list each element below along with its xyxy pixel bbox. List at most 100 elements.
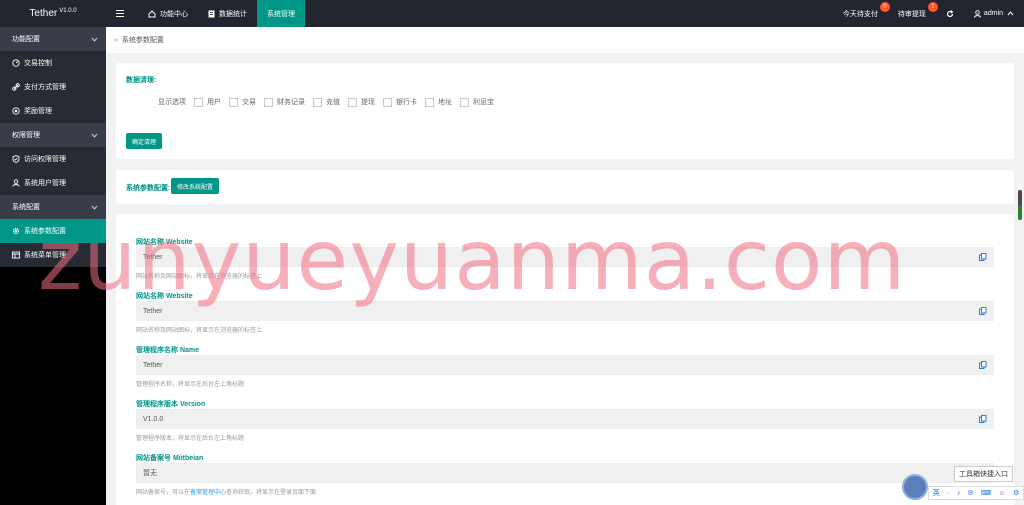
checkbox-users[interactable] — [194, 97, 203, 107]
nav-data-stats[interactable]: 数据统计 — [198, 0, 257, 27]
checkbox-label: 财务记录 — [277, 99, 305, 106]
ime-toolbar[interactable]: 英 · ♪ ✉ ⌨ ☺ ⚙ — [928, 486, 1024, 500]
checkbox-label: 地址 — [438, 99, 452, 106]
admin-version-input[interactable]: V1.0.0 — [136, 409, 994, 429]
ime-emoji-button[interactable]: ☺ — [998, 490, 1005, 497]
sidebar-item-system-users[interactable]: 系统用户管理 — [0, 171, 106, 195]
sidebar-item-system-menu[interactable]: 系统菜单管理 — [0, 243, 106, 267]
house-icon — [148, 9, 156, 17]
user-name: admin — [983, 10, 1003, 17]
nav-label: 数据统计 — [219, 10, 247, 18]
nav-label: 功能中心 — [160, 10, 188, 18]
breadcrumb: » 系统参数配置 — [106, 27, 1024, 53]
checkbox-address[interactable] — [425, 97, 434, 107]
sidebar-group-label: 系统配置 — [12, 204, 40, 211]
cleanup-options-row: 显示选项 用户 交易 财务记录 充值 提现 银行卡 地址 利息宝 — [158, 97, 494, 107]
sidebar-item-rewards[interactable]: 奖励管理 — [0, 99, 106, 123]
field-hint: 网站备案号，可以在备案管理中心查询获取，将显示在登录页面下面 — [136, 487, 316, 496]
input-value: Tether — [143, 307, 163, 315]
nav-function-center[interactable]: 功能中心 — [138, 0, 198, 27]
breadcrumb-current: 系统参数配置 — [121, 37, 164, 44]
checkbox-withdraw[interactable] — [348, 97, 357, 107]
sidebar-item-label: 访问权限管理 — [24, 156, 66, 163]
chevron-down-icon — [91, 205, 98, 210]
field-label: 网站备案号 Miitbeian — [136, 455, 204, 462]
assistant-avatar-icon[interactable] — [902, 474, 928, 500]
data-cleanup-card: 数据清理: 显示选项 用户 交易 财务记录 充值 提现 银行卡 地址 利息宝 确… — [116, 63, 1014, 159]
ime-keyboard-button[interactable]: ⌨ — [981, 489, 991, 497]
brand-version: V1.0.0 — [59, 7, 77, 14]
sidebar-item-label: 系统用户管理 — [24, 180, 66, 187]
ime-settings-button[interactable]: ⚙ — [1013, 489, 1019, 497]
gauge-icon — [12, 59, 20, 67]
checkbox-interest[interactable] — [460, 97, 469, 107]
sidebar-group-system-config[interactable]: 系统配置 — [0, 195, 106, 219]
top-bar: Tether V1.0.0 功能中心 数据统计 系统管理 今天待支付 0 待审提现… — [0, 0, 1024, 27]
admin-name-input[interactable]: Tether — [136, 355, 994, 375]
document-icon — [208, 10, 215, 17]
pending-payment-link[interactable]: 今天待支付 0 — [833, 0, 890, 27]
website-name-input[interactable]: Tether — [136, 247, 994, 267]
checkbox-trades[interactable] — [229, 97, 238, 107]
sysconfig-card: 系统参数配置: 修改系统配置 — [116, 170, 1014, 204]
checkbox-label: 提现 — [361, 99, 375, 106]
sidebar-item-label: 系统参数配置 — [24, 228, 66, 235]
copy-icon[interactable] — [979, 253, 987, 261]
website-name-input-2[interactable]: Tether — [136, 301, 994, 321]
ime-mail-button[interactable]: ✉ — [968, 489, 974, 497]
checkbox-bankcard[interactable] — [383, 97, 392, 107]
copy-icon[interactable] — [979, 361, 987, 369]
target-icon — [12, 107, 20, 115]
scrollbar-thumb[interactable] — [1018, 205, 1022, 220]
field-label: 管理程序名称 Name — [136, 347, 200, 354]
sidebar-item-trade-control[interactable]: 交易控制 — [0, 51, 106, 75]
sidebar-item-label: 支付方式管理 — [24, 84, 66, 91]
checkbox-finance[interactable] — [264, 97, 273, 107]
toolbox-tooltip: 工具箱快捷入口 — [954, 466, 1013, 482]
edit-sysconfig-button[interactable]: 修改系统配置 — [171, 178, 220, 194]
miitbeian-input[interactable]: 暂无 — [136, 463, 994, 483]
link-icon — [12, 83, 20, 91]
hint-text: 查询获取，将显示在登录页面下面 — [226, 490, 317, 496]
user-menu[interactable]: admin — [964, 0, 1024, 27]
copy-icon[interactable] — [979, 415, 987, 423]
pending-withdraw-link[interactable]: 待审提现 1 — [888, 0, 938, 27]
double-chevron-icon: » — [114, 36, 118, 44]
pending-withdraw-label: 待审提现 — [897, 10, 926, 18]
input-value: Tether — [143, 361, 163, 369]
gear-icon — [12, 227, 20, 235]
user-icon — [12, 179, 20, 187]
ime-lang-button[interactable]: 英 — [933, 488, 940, 498]
nav-system-manage[interactable]: 系统管理 — [257, 0, 305, 27]
data-cleanup-title: 数据清理: — [126, 77, 157, 84]
checkbox-recharge[interactable] — [313, 97, 322, 107]
sidebar-group-function-config[interactable]: 功能配置 — [0, 27, 106, 51]
menu-icon — [12, 251, 20, 259]
sysconfig-title: 系统参数配置: — [126, 185, 171, 192]
beian-center-link[interactable]: 备案管理中心 — [190, 490, 226, 496]
menu-toggle-button[interactable] — [106, 0, 138, 27]
nav-label: 系统管理 — [267, 10, 295, 18]
input-value: Tether — [143, 253, 163, 261]
ime-punct-button[interactable]: · — [947, 490, 949, 497]
field-hint: 管理程序版本，将显示在后台左上角标题 — [136, 436, 245, 442]
sidebar-item-access-permissions[interactable]: 访问权限管理 — [0, 147, 106, 171]
checkbox-label: 充值 — [326, 99, 340, 106]
field-label: 管理程序版本 Version — [136, 401, 206, 408]
shield-icon — [12, 155, 20, 163]
user-icon — [973, 9, 981, 18]
chevron-down-icon — [91, 133, 98, 138]
refresh-button[interactable] — [936, 0, 964, 27]
sidebar-item-label: 奖励管理 — [24, 108, 52, 115]
sidebar-item-payment-methods[interactable]: 支付方式管理 — [0, 75, 106, 99]
brand-logo[interactable]: Tether V1.0.0 — [0, 0, 106, 27]
checkbox-label: 利息宝 — [473, 99, 494, 106]
pending-payment-label: 今天待支付 — [842, 10, 878, 18]
sidebar-group-permissions[interactable]: 权限管理 — [0, 123, 106, 147]
copy-icon[interactable] — [979, 307, 987, 315]
sidebar-item-system-params[interactable]: 系统参数配置 — [0, 219, 106, 243]
field-label: 网站名称 Website — [136, 239, 193, 246]
confirm-cleanup-button[interactable]: 确定清理 — [126, 133, 163, 149]
field-hint: 管理程序名称，将显示在后台左上角标题 — [136, 382, 245, 388]
ime-voice-button[interactable]: ♪ — [957, 490, 961, 497]
